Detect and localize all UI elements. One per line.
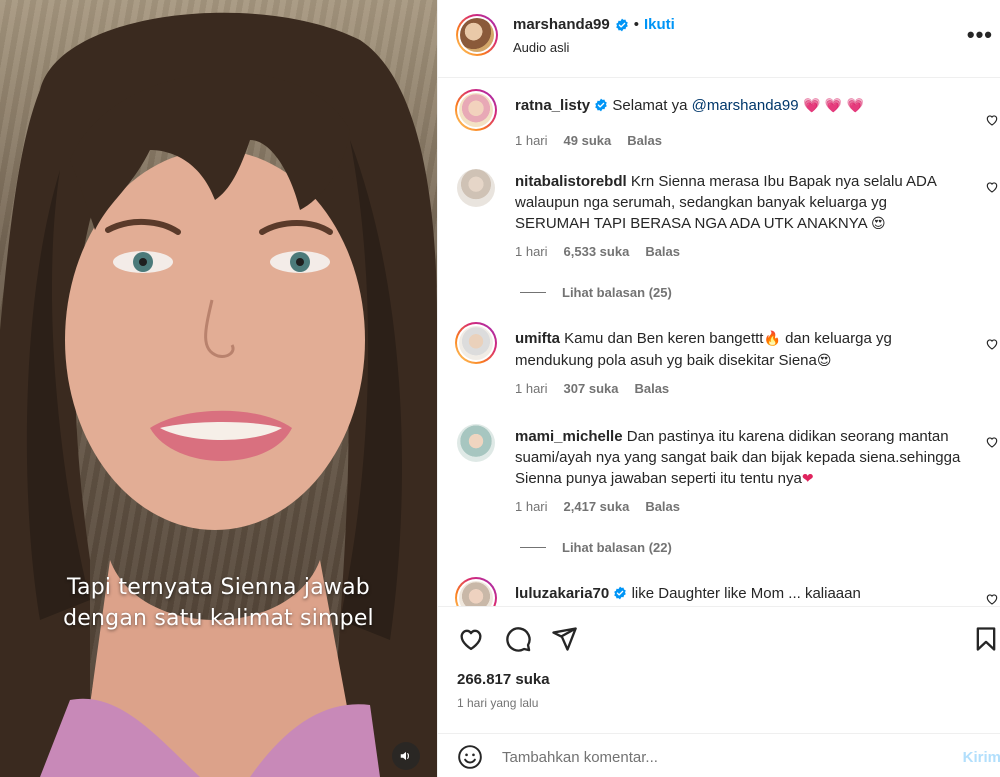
comment-age: 1 hari [515, 244, 548, 259]
comment-icon[interactable] [504, 625, 532, 653]
comment-reply-button[interactable]: Balas [634, 381, 669, 396]
comment-like-heart-icon[interactable] [985, 435, 999, 449]
caption-line-1: Tapi ternyata Sienna jawab [67, 575, 370, 600]
comment-like-count[interactable]: 6,533 suka [564, 244, 630, 259]
comment-meta: 1 hari 49 suka Balas [515, 133, 662, 148]
send-icon[interactable] [550, 625, 578, 653]
audio-link[interactable]: Audio asli [513, 40, 569, 55]
author-avatar-ring[interactable] [456, 14, 498, 56]
heart-emoji-icon: 💗 💗 💗 [798, 98, 865, 114]
comment-avatar[interactable] [457, 169, 495, 207]
comment-username[interactable]: luluzakaria70 [515, 585, 609, 602]
comment-like-heart-icon[interactable] [985, 113, 999, 127]
comment-body: ratna_listy Selamat ya @marshanda99 💗 💗 … [515, 95, 963, 117]
view-replies-button[interactable]: Lihat balasan (25) [520, 285, 672, 300]
comment-like-count[interactable]: 2,417 suka [564, 499, 630, 514]
comment-meta: 1 hari 6,533 suka Balas [515, 244, 680, 259]
comment-username[interactable]: mami_michelle [515, 428, 623, 445]
comment-age: 1 hari [515, 499, 548, 514]
add-comment-bar: Kirim [438, 733, 1000, 777]
bookmark-icon[interactable] [972, 625, 1000, 653]
follow-button[interactable]: Ikuti [644, 16, 675, 33]
comment-text: like Daughter like Mom ... kaliaaan [631, 585, 861, 602]
emoji-picker-icon[interactable] [457, 744, 483, 770]
comment-avatar [459, 326, 493, 360]
separator-dot: • [633, 16, 639, 33]
comment-body: nitabalistorebdl Krn Sienna merasa Ibu B… [515, 171, 963, 235]
verified-badge-icon [615, 18, 628, 31]
view-replies-button[interactable]: Lihat balasan (22) [520, 540, 672, 555]
post-panel: marshanda99 • Ikuti Audio asli ••• ratna… [437, 0, 1000, 777]
comment-input[interactable] [502, 744, 922, 770]
more-options-button[interactable]: ••• [967, 22, 993, 48]
comment-reply-button[interactable]: Balas [645, 244, 680, 259]
comment-like-count[interactable]: 307 suka [564, 381, 619, 396]
comment-text: Kamu dan Ben keren bangettt [564, 330, 764, 347]
red-heart-emoji-icon: ❤ [801, 471, 814, 487]
view-replies-label: Lihat balasan (25) [562, 285, 672, 300]
video-caption: Tapi ternyata Sienna jawab dengan satu k… [0, 572, 437, 634]
comment-meta: 1 hari 2,417 suka Balas [515, 499, 680, 514]
comment-like-heart-icon[interactable] [985, 337, 999, 351]
comment-reply-button[interactable]: Balas [627, 133, 662, 148]
reel-video[interactable]: Tapi ternyata Sienna jawab dengan satu k… [0, 0, 437, 777]
post-actions-bar [438, 606, 1000, 666]
view-replies-label: Lihat balasan (22) [562, 540, 672, 555]
verified-badge-icon [614, 586, 627, 600]
post-timestamp[interactable]: 1 hari yang lalu [457, 696, 538, 710]
comment-like-count[interactable]: 49 suka [564, 133, 612, 148]
comment-reply-button[interactable]: Balas [645, 499, 680, 514]
author-username[interactable]: marshanda99 [513, 16, 610, 33]
comment-age: 1 hari [515, 381, 548, 396]
speaker-icon [400, 751, 409, 761]
author-avatar [460, 18, 494, 52]
comment-avatar-ring[interactable] [455, 89, 497, 131]
replies-divider-line [520, 547, 546, 548]
comment-username[interactable]: umifta [515, 330, 560, 347]
comment-like-heart-icon[interactable] [985, 592, 999, 606]
fire-emoji-icon: 🔥 [763, 331, 781, 347]
caption-line-2: dengan satu kalimat simpel [63, 606, 374, 631]
replies-divider-line [520, 292, 546, 293]
comment-avatar [459, 581, 493, 606]
comment-age: 1 hari [515, 133, 548, 148]
comment-body: mami_michelle Dan pastinya itu karena di… [515, 426, 963, 490]
comment-body: luluzakaria70 like Daughter like Mom ...… [515, 583, 963, 604]
post-like-count[interactable]: 266.817 suka [457, 671, 550, 688]
comments-list[interactable]: ratna_listy Selamat ya @marshanda99 💗 💗 … [438, 79, 1000, 606]
sound-toggle-button[interactable] [392, 742, 420, 770]
comment-text: Selamat ya [612, 97, 692, 114]
verified-badge-icon [595, 98, 607, 112]
comment-meta: 1 hari 307 suka Balas [515, 381, 669, 396]
comment-body: umifta Kamu dan Ben keren bangettt🔥 dan … [515, 328, 963, 372]
comment-like-heart-icon[interactable] [985, 180, 999, 194]
heart-eyes-emoji-icon: 😍 [870, 216, 886, 232]
heart-eyes-emoji-icon: 😍 [816, 353, 832, 369]
author-row: marshanda99 • Ikuti [513, 16, 675, 33]
heart-icon[interactable] [457, 625, 485, 653]
comment-username[interactable]: ratna_listy [515, 97, 590, 114]
comment-username[interactable]: nitabalistorebdl [515, 173, 627, 190]
comment-avatar-ring[interactable] [455, 322, 497, 364]
comment-avatar-ring[interactable] [455, 577, 497, 606]
comment-avatar[interactable] [457, 424, 495, 462]
comment-avatar [459, 93, 493, 127]
comment-mention-link[interactable]: @marshanda99 [692, 97, 799, 114]
send-comment-button[interactable]: Kirim [963, 749, 1000, 766]
video-frame-illustration [0, 12, 437, 777]
post-header: marshanda99 • Ikuti Audio asli ••• [438, 0, 1000, 78]
